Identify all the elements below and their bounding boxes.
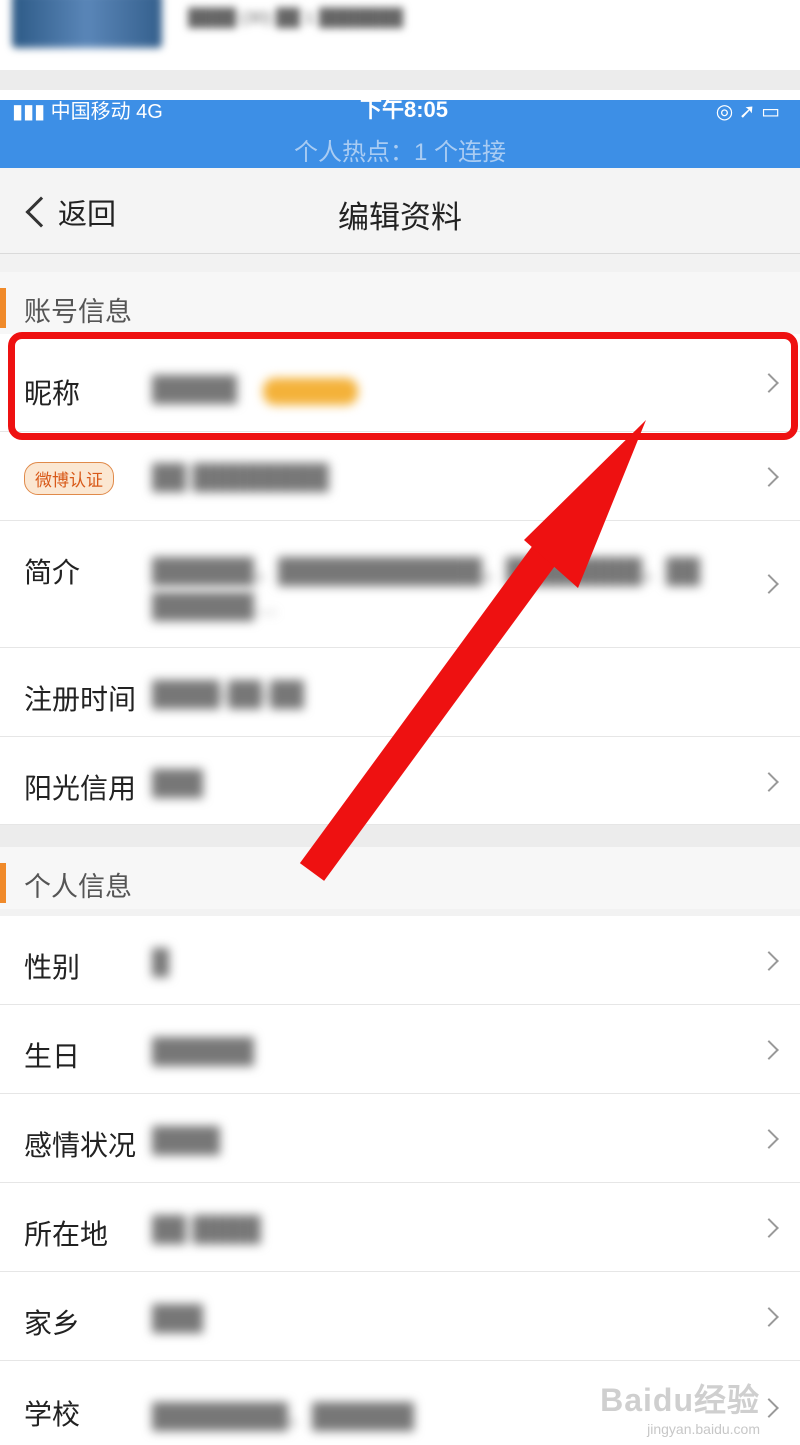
watermark-logo: Baidu经验	[600, 1382, 760, 1418]
annotation-arrow-icon	[299, 420, 646, 881]
watermark: Baidu经验 jingyan.baidu.com	[600, 1375, 760, 1437]
watermark-url: jingyan.baidu.com	[647, 1421, 760, 1437]
